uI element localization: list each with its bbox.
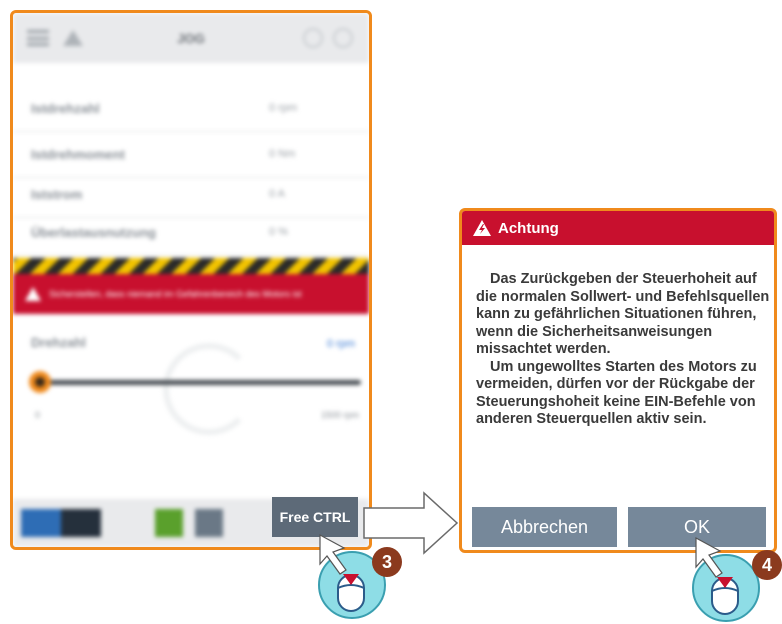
dialog-message: Das Zurückgeben der Steuerhoheit auf die… <box>476 271 774 429</box>
dialog-paragraph-1: Das Zurückgeben der Steuerhoheit auf die… <box>476 271 770 357</box>
speed-label: Drehzahl <box>31 335 86 350</box>
step-badge-3: 3 <box>372 547 402 577</box>
hazard-stripe <box>13 258 369 274</box>
jog-mode-button[interactable] <box>61 509 101 537</box>
warning-triangle-icon <box>473 220 491 236</box>
help-icon[interactable] <box>333 28 353 48</box>
slider-min-label: 0 <box>35 410 41 420</box>
cancel-button[interactable]: Abbrechen <box>472 507 617 547</box>
panel-header: JOG <box>13 13 369 63</box>
warning-dialog: Achtung Das Zurückgeben der Steuerhoheit… <box>459 208 777 553</box>
param-name: Überlastausnutzung <box>31 224 156 240</box>
dialog-header: Achtung <box>462 211 774 245</box>
speed-slider-track[interactable] <box>37 380 361 385</box>
param-name: Iststrom <box>31 186 83 202</box>
param-value: 0 A <box>269 188 285 200</box>
param-row: Istdrehzahl 0 rpm <box>13 85 369 132</box>
rotation-icon <box>163 343 255 435</box>
dialog-title: Achtung <box>498 219 559 237</box>
param-name: Istdrehzahl <box>31 100 100 116</box>
gauge-icon[interactable] <box>195 509 223 537</box>
speed-value: 0 rpm <box>326 338 355 350</box>
param-name: Istdrehmoment <box>31 146 125 162</box>
param-value: 0 Nm <box>269 148 296 160</box>
warning-banner: Sicherstellen, dass niemand im Gefahrenb… <box>13 274 369 314</box>
settings-icon[interactable] <box>303 28 323 48</box>
hand-mode-button[interactable] <box>21 509 61 537</box>
warning-text: Sicherstellen, dass niemand im Gefahrenb… <box>49 288 302 299</box>
mouse-click-icon <box>692 536 760 622</box>
param-value: 0 rpm <box>269 102 298 114</box>
slider-max-label: 1500 rpm <box>320 410 359 420</box>
dialog-paragraph-2: Um ungewolltes Starten des Motors zu ver… <box>476 358 757 428</box>
speed-slider-knob[interactable] <box>29 371 51 393</box>
warning-icon <box>25 287 41 301</box>
drive-panel-screen: JOG Istdrehzahl 0 rpm Istdrehmoment 0 Nm… <box>10 10 372 550</box>
power-switch-icon[interactable] <box>155 509 183 537</box>
param-row: Überlastausnutzung 0 % <box>13 209 369 256</box>
param-value: 0 % <box>269 226 288 238</box>
step-badge-4: 4 <box>752 550 782 580</box>
